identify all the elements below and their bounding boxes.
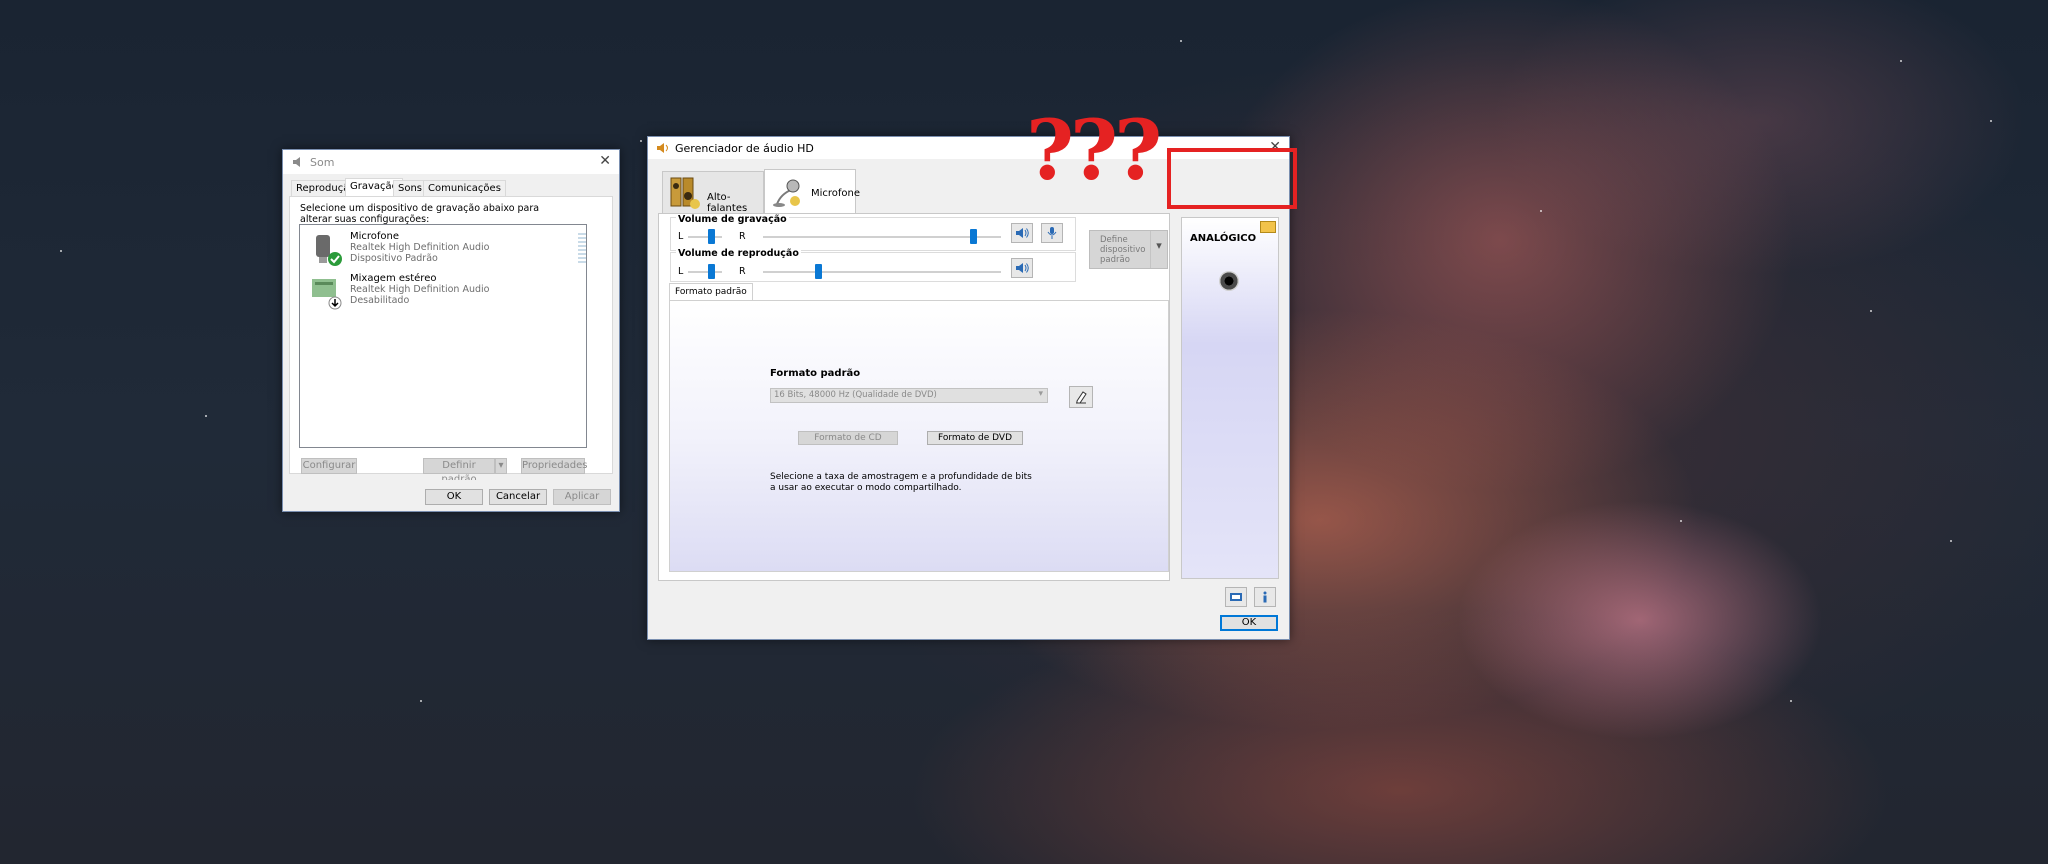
speakers-icon: [670, 177, 700, 209]
propriedades-button[interactable]: Propriedades: [521, 458, 587, 474]
folder-icon: [1260, 221, 1276, 233]
balance-r-label: R: [739, 231, 746, 242]
device-name: Mixagem estéreo: [350, 273, 437, 284]
format-panel: [669, 300, 1169, 572]
hd-title: Gerenciador de áudio HD: [675, 141, 814, 155]
stereo-mix-device-icon: [312, 279, 342, 310]
recording-mute-button[interactable]: [1011, 223, 1033, 243]
microphone-device-icon: [316, 235, 342, 266]
tab-comunicacoes[interactable]: Comunicações: [423, 180, 506, 196]
tab-label: Microfone: [811, 188, 861, 199]
device-name: Microfone: [350, 231, 400, 242]
configurar-button[interactable]: Configurar: [301, 458, 357, 474]
tab-alto-falantes[interactable]: Alto-falantes: [662, 171, 764, 214]
speaker-icon: [1016, 228, 1029, 238]
hd-audio-manager-window: Gerenciador de áudio HD ✕ Alto-falantes …: [647, 136, 1290, 640]
recording-volume-track: [763, 236, 1001, 238]
eraser-icon: [1076, 391, 1087, 404]
format-select[interactable]: 16 Bits, 48000 Hz (Qualidade de DVD) ▾: [770, 388, 1048, 403]
info-button[interactable]: [1254, 587, 1276, 607]
display-button[interactable]: [1225, 587, 1247, 607]
dvd-format-button[interactable]: Formato de DVD: [927, 431, 1023, 445]
recording-volume-slider[interactable]: [970, 229, 977, 244]
level-meter: [578, 233, 586, 263]
chevron-down-icon: ▾: [1150, 231, 1167, 268]
ok-button[interactable]: OK: [1220, 615, 1278, 631]
speaker-icon: [293, 157, 300, 167]
playback-balance-track: [688, 271, 722, 273]
tab-sons[interactable]: Sons: [393, 180, 428, 196]
device-driver: Realtek High Definition Audio: [350, 242, 490, 253]
define-device-label: Define dispositivo padrão: [1100, 235, 1146, 265]
tab-microfone[interactable]: Microfone: [764, 169, 860, 213]
close-icon[interactable]: ✕: [599, 153, 611, 169]
recording-balance-track: [688, 236, 722, 238]
som-title: Som: [310, 155, 335, 169]
speaker-icon: [657, 143, 668, 153]
speaker-icon: [1016, 263, 1029, 273]
playback-balance-slider[interactable]: [708, 264, 715, 279]
display-icon: [1230, 593, 1242, 601]
playback-volume-label: Volume de reprodução: [676, 248, 801, 259]
list-item-mixagem[interactable]: Mixagem estéreo Realtek High Definition …: [310, 271, 570, 313]
device-status: Desabilitado: [350, 295, 410, 306]
info-icon: [1263, 591, 1267, 603]
list-item-microfone[interactable]: Microfone Realtek High Definition Audio …: [310, 229, 586, 271]
som-titlebar[interactable]: Som ✕: [283, 150, 619, 174]
balance-r-label: R: [739, 266, 746, 277]
definir-padrao-dropdown[interactable]: ▾: [495, 458, 507, 474]
balance-l-label: L: [678, 266, 684, 277]
balance-l-label: L: [678, 231, 684, 242]
chevron-down-icon: ▾: [1038, 389, 1043, 399]
cancelar-button[interactable]: Cancelar: [489, 489, 547, 505]
microphone-icon: [773, 179, 800, 207]
device-list[interactable]: Microfone Realtek High Definition Audio …: [299, 224, 587, 448]
question-marks-annotation: ???: [1026, 103, 1162, 199]
aplicar-button[interactable]: Aplicar: [553, 489, 611, 505]
definir-padrao-button[interactable]: Definir padrão: [423, 458, 495, 485]
tab-formato-padrao[interactable]: Formato padrão: [669, 283, 753, 300]
tab-label: Alto-falantes: [707, 192, 748, 214]
playback-volume-track: [763, 271, 1001, 273]
microphone-boost-icon: [1047, 227, 1057, 239]
device-driver: Realtek High Definition Audio: [350, 284, 490, 295]
format-select-value: 16 Bits, 48000 Hz (Qualidade de DVD): [774, 390, 937, 400]
define-device-button[interactable]: Define dispositivo padrão ▾: [1089, 230, 1168, 269]
playback-volume-slider[interactable]: [815, 264, 822, 279]
playback-mute-button[interactable]: [1011, 258, 1033, 278]
eraser-button[interactable]: [1069, 386, 1093, 408]
som-window: Som ✕ Reprodução Gravação Sons Comunicaç…: [282, 149, 620, 512]
ok-button[interactable]: OK: [425, 489, 483, 505]
jack-icon[interactable]: [1219, 271, 1239, 291]
microphone-boost-button[interactable]: [1041, 223, 1063, 243]
format-heading: Formato padrão: [770, 368, 861, 379]
recording-balance-slider[interactable]: [708, 229, 715, 244]
format-description: Selecione a taxa de amostragem e a profu…: [770, 472, 1032, 493]
recording-volume-label: Volume de gravação: [676, 214, 789, 225]
device-status: Dispositivo Padrão: [350, 253, 438, 264]
instruction-text: Selecione um dispositivo de gravação aba…: [300, 203, 540, 225]
red-highlight-box: [1167, 148, 1297, 209]
cd-format-button[interactable]: Formato de CD: [798, 431, 898, 445]
analog-label: ANALÓGICO: [1190, 233, 1257, 244]
